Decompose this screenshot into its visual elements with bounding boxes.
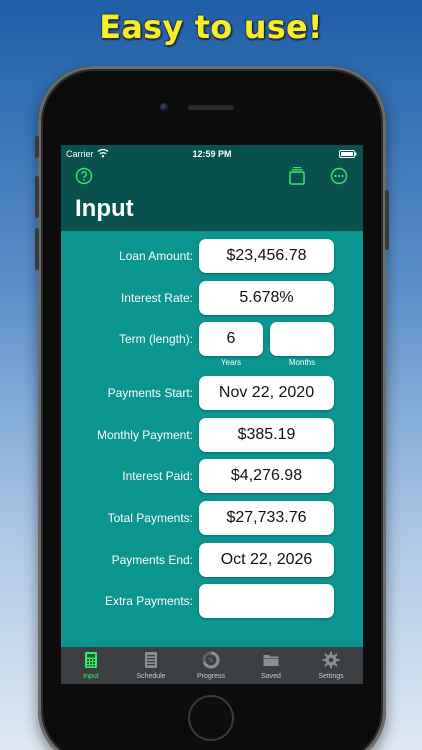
interest-paid-field[interactable]: $4,276.98 bbox=[199, 459, 334, 493]
navigation-bar: Input bbox=[61, 163, 363, 231]
term-label: Term (length): bbox=[118, 332, 193, 346]
more-options-icon[interactable] bbox=[330, 167, 348, 185]
loan-amount-field[interactable]: $23,456.78 bbox=[199, 239, 334, 273]
folder-icon bbox=[263, 655, 279, 666]
volume-up-button bbox=[35, 176, 39, 218]
monthly-payment-field[interactable]: $385.19 bbox=[199, 418, 334, 452]
years-caption: Years bbox=[220, 358, 242, 367]
earpiece-speaker bbox=[188, 105, 234, 110]
term-months-field[interactable] bbox=[270, 322, 334, 356]
payments-end-field[interactable]: Oct 22, 2026 bbox=[199, 543, 334, 577]
tab-progress-label: Progress bbox=[196, 673, 225, 680]
status-bar: Carrier 12:59 PM bbox=[61, 145, 363, 163]
volume-down-button bbox=[35, 228, 39, 270]
interest-paid-label: Interest Paid: bbox=[122, 469, 193, 483]
promo-headline: Easy to use! bbox=[99, 8, 323, 46]
interest-paid-row: Interest Paid: $4,276.98 bbox=[61, 459, 363, 493]
schedule-list-icon bbox=[145, 652, 157, 668]
payments-start-field[interactable]: Nov 22, 2020 bbox=[199, 376, 334, 410]
tab-schedule[interactable]: Schedule bbox=[121, 647, 181, 684]
home-button[interactable] bbox=[188, 695, 234, 741]
tab-saved-label: Saved bbox=[261, 673, 281, 680]
total-payments-row: Total Payments: $27,733.76 bbox=[61, 501, 363, 535]
interest-rate-field[interactable]: 5.678% bbox=[199, 281, 334, 315]
tab-input-label: Input bbox=[83, 673, 99, 680]
interest-rate-label: Interest Rate: bbox=[120, 291, 193, 305]
power-button bbox=[385, 190, 389, 250]
term-row: Term (length): 6 Years Months bbox=[61, 322, 363, 367]
loan-amount-row: Loan Amount: $23,456.78 bbox=[61, 239, 363, 273]
tab-settings[interactable]: Settings bbox=[301, 647, 361, 684]
term-years-field[interactable]: 6 bbox=[199, 322, 263, 356]
page-title: Input bbox=[75, 195, 134, 222]
extra-payments-field[interactable] bbox=[199, 584, 334, 618]
tab-settings-label: Settings bbox=[318, 673, 344, 680]
interest-rate-row: Interest Rate: 5.678% bbox=[61, 281, 363, 315]
months-caption: Months bbox=[288, 358, 316, 367]
extra-payments-label: Extra Payments: bbox=[104, 594, 193, 608]
tab-saved[interactable]: Saved bbox=[241, 647, 301, 684]
tab-progress[interactable]: % Progress bbox=[181, 647, 241, 684]
tab-bar: Input Schedule % Progress Saved Settings bbox=[61, 647, 363, 684]
monthly-payment-row: Monthly Payment: $385.19 bbox=[61, 418, 363, 452]
payments-start-row: Payments Start: Nov 22, 2020 bbox=[61, 376, 363, 410]
front-camera bbox=[160, 103, 168, 111]
extra-payments-row: Extra Payments: bbox=[61, 584, 363, 618]
payments-start-label: Payments Start: bbox=[107, 386, 193, 400]
battery-icon bbox=[339, 150, 357, 158]
payments-end-row: Payments End: Oct 22, 2026 bbox=[61, 543, 363, 577]
gear-icon bbox=[322, 651, 340, 669]
loan-amount-label: Loan Amount: bbox=[118, 249, 193, 263]
svg-text:%: % bbox=[209, 658, 214, 664]
app-screen: Carrier 12:59 PM Input Loan Amount: $23,… bbox=[61, 145, 363, 684]
total-payments-label: Total Payments: bbox=[107, 511, 193, 525]
progress-ring-icon: % bbox=[202, 651, 220, 669]
status-time: 12:59 PM bbox=[192, 149, 232, 159]
payments-end-label: Payments End: bbox=[111, 553, 193, 567]
save-stack-icon[interactable] bbox=[287, 166, 307, 186]
monthly-payment-label: Monthly Payment: bbox=[96, 428, 193, 442]
mute-switch bbox=[35, 136, 39, 158]
calculator-icon bbox=[85, 652, 97, 668]
help-icon[interactable] bbox=[75, 167, 93, 185]
tab-schedule-label: Schedule bbox=[136, 673, 166, 680]
total-payments-field[interactable]: $27,733.76 bbox=[199, 501, 334, 535]
tab-input[interactable]: Input bbox=[61, 647, 121, 684]
